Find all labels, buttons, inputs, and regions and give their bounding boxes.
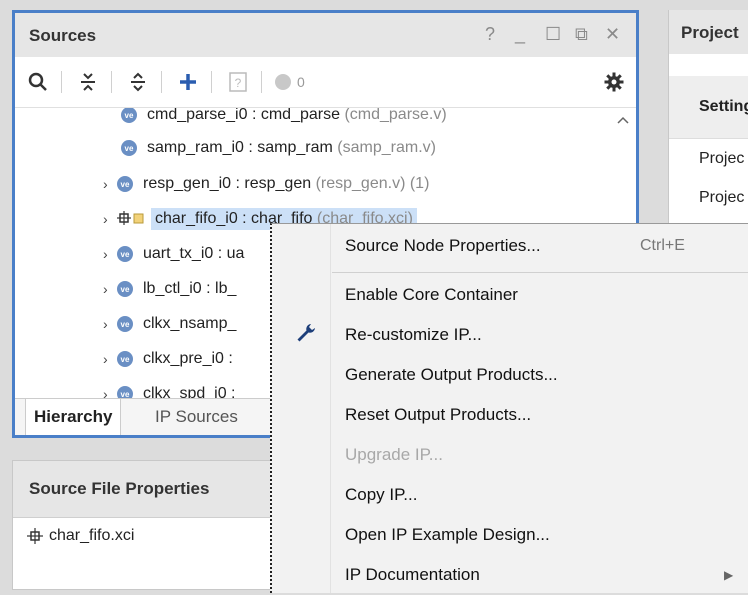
project-header: Project bbox=[669, 10, 748, 55]
chevron-right-icon[interactable]: › bbox=[103, 316, 117, 332]
tab-hierarchy[interactable]: Hierarchy bbox=[25, 399, 122, 435]
source-file-properties-panel: Source File Properties char_fifo.xci bbox=[12, 460, 282, 590]
close-icon[interactable]: ✕ bbox=[605, 24, 620, 45]
verilog-icon: ve bbox=[121, 108, 137, 123]
scrollbar[interactable] bbox=[616, 113, 630, 213]
tree-item[interactable]: ve samp_ram_i0 : samp_ram (samp_ram.v) bbox=[107, 135, 436, 161]
sources-header: Sources ? _ ☐ ⧉ ✕ bbox=[15, 13, 636, 58]
chevron-right-icon[interactable]: › bbox=[103, 211, 117, 227]
chevron-right-icon[interactable]: › bbox=[103, 386, 117, 398]
menu-item-source-node-properties[interactable]: Source Node Properties... Ctrl+E bbox=[272, 226, 748, 266]
settings-section: Setting bbox=[669, 76, 748, 139]
add-icon[interactable] bbox=[175, 69, 201, 95]
verilog-icon: ve bbox=[117, 316, 133, 332]
sources-toolbar: ? 0 bbox=[15, 57, 636, 108]
ip-icon bbox=[27, 528, 43, 544]
minimize-icon[interactable]: _ bbox=[515, 24, 525, 45]
collapse-all-icon[interactable] bbox=[75, 69, 101, 95]
tree-item[interactable]: › ve uart_tx_i0 : ua bbox=[103, 241, 244, 267]
help-icon[interactable]: ? bbox=[485, 24, 495, 45]
project-title: Project bbox=[681, 23, 739, 42]
float-icon[interactable]: ⧉ bbox=[575, 24, 588, 45]
chevron-right-icon[interactable]: › bbox=[103, 246, 117, 262]
sfp-file-row: char_fifo.xci bbox=[27, 527, 134, 545]
menu-item-open-ip-example-design[interactable]: Open IP Example Design... bbox=[272, 515, 748, 555]
svg-text:?: ? bbox=[235, 76, 242, 90]
sfp-title: Source File Properties bbox=[29, 479, 210, 498]
sources-title: Sources bbox=[29, 26, 97, 45]
verilog-icon: ve bbox=[121, 140, 137, 156]
search-icon[interactable] bbox=[25, 69, 51, 95]
tree-item[interactable]: › ve resp_gen_i0 : resp_gen (resp_gen.v) … bbox=[103, 171, 429, 197]
gear-icon[interactable] bbox=[601, 69, 627, 95]
menu-item-copy-ip[interactable]: Copy IP... bbox=[272, 475, 748, 515]
tree-item[interactable]: › ve clkx_pre_i0 : bbox=[103, 346, 233, 372]
verilog-icon: ve bbox=[117, 386, 133, 398]
menu-item-recustomize-ip[interactable]: Re-customize IP... bbox=[272, 315, 748, 355]
menu-item-upgrade-ip: Upgrade IP... bbox=[345, 445, 443, 464]
tree-item[interactable]: ve cmd_parse_i0 : cmd_parse (cmd_parse.v… bbox=[107, 108, 447, 128]
chevron-right-icon[interactable]: › bbox=[103, 281, 117, 297]
verilog-icon: ve bbox=[117, 351, 133, 367]
tree-item[interactable]: › ve clkx_spd_i0 : bbox=[103, 381, 236, 398]
menu-item-ip-documentation[interactable]: IP Documentation ▶ bbox=[272, 555, 748, 595]
menu-item-reset-output-products[interactable]: Reset Output Products... bbox=[272, 395, 748, 435]
chevron-right-icon[interactable]: › bbox=[103, 351, 117, 367]
context-menu: Source Node Properties... Ctrl+E Enable … bbox=[270, 223, 748, 593]
menu-item-generate-output-products[interactable]: Generate Output Products... bbox=[272, 355, 748, 395]
project-row: Projec bbox=[699, 189, 745, 206]
sfp-filename: char_fifo.xci bbox=[49, 527, 135, 544]
sfp-header: Source File Properties bbox=[13, 461, 281, 518]
status-badge: 0 bbox=[273, 69, 323, 95]
maximize-icon[interactable]: ☐ bbox=[545, 24, 561, 45]
verilog-icon: ve bbox=[117, 246, 133, 262]
question-icon[interactable]: ? bbox=[225, 69, 251, 95]
tree-item[interactable]: › ve lb_ctl_i0 : lb_ bbox=[103, 276, 236, 302]
menu-item-enable-core-container[interactable]: Enable Core Container bbox=[272, 275, 748, 315]
verilog-icon: ve bbox=[117, 176, 133, 192]
shortcut-label: Ctrl+E bbox=[640, 237, 685, 254]
ip-icon bbox=[117, 211, 145, 227]
tree-item[interactable]: › ve clkx_nsamp_ bbox=[103, 311, 236, 337]
chevron-right-icon[interactable]: › bbox=[103, 176, 117, 192]
verilog-icon: ve bbox=[117, 281, 133, 297]
tab-ip-sources[interactable]: IP Sources bbox=[147, 399, 246, 435]
wrench-icon bbox=[296, 323, 316, 348]
project-row: Projec bbox=[699, 150, 745, 167]
submenu-arrow-icon: ▶ bbox=[724, 568, 734, 582]
expand-all-icon[interactable] bbox=[125, 69, 151, 95]
